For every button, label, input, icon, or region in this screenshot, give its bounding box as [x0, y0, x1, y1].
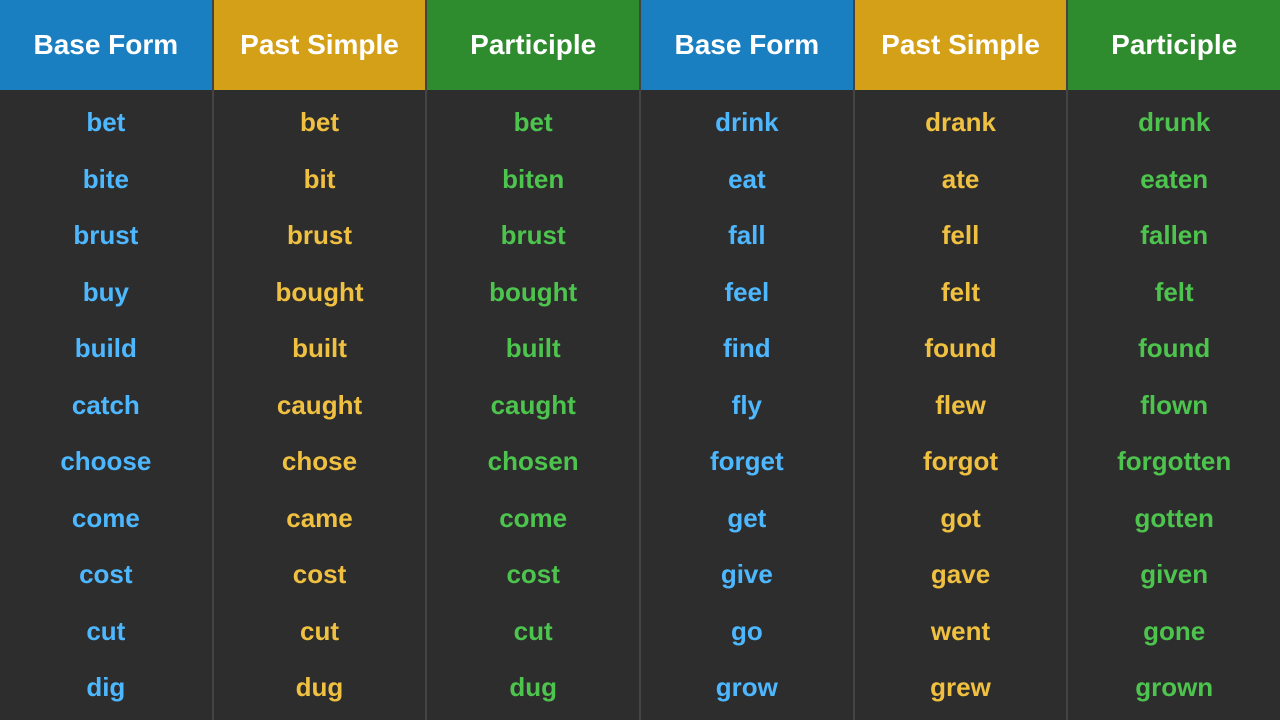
col-body-4: drankatefellfeltfoundflewforgotgotgavewe…	[855, 90, 1067, 720]
column-5: Participledrunkeatenfallenfeltfoundflown…	[1068, 0, 1280, 720]
word-2-3: bought	[427, 264, 639, 321]
word-5-1: eaten	[1068, 151, 1280, 208]
word-5-0: drunk	[1068, 94, 1280, 151]
word-4-2: fell	[855, 207, 1067, 264]
word-3-1: eat	[641, 151, 853, 208]
word-1-4: built	[214, 320, 426, 377]
word-3-10: grow	[641, 659, 853, 716]
word-4-3: felt	[855, 264, 1067, 321]
word-0-1: bite	[0, 151, 212, 208]
word-5-6: forgotten	[1068, 433, 1280, 490]
word-3-6: forget	[641, 433, 853, 490]
word-3-4: find	[641, 320, 853, 377]
word-5-3: felt	[1068, 264, 1280, 321]
word-0-10: dig	[0, 659, 212, 716]
header-3: Base Form	[641, 0, 853, 90]
word-5-7: gotten	[1068, 490, 1280, 547]
word-0-9: cut	[0, 603, 212, 660]
word-2-8: cost	[427, 546, 639, 603]
word-0-0: bet	[0, 94, 212, 151]
word-2-6: chosen	[427, 433, 639, 490]
header-0: Base Form	[0, 0, 212, 90]
word-0-8: cost	[0, 546, 212, 603]
word-1-9: cut	[214, 603, 426, 660]
word-2-2: brust	[427, 207, 639, 264]
word-5-9: gone	[1068, 603, 1280, 660]
word-1-3: bought	[214, 264, 426, 321]
word-5-8: given	[1068, 546, 1280, 603]
column-1: Past Simplebetbitbrustboughtbuiltcaughtc…	[214, 0, 428, 720]
word-3-9: go	[641, 603, 853, 660]
column-3: Base Formdrinkeatfallfeelfindflyforgetge…	[641, 0, 855, 720]
word-2-0: bet	[427, 94, 639, 151]
word-1-8: cost	[214, 546, 426, 603]
word-5-5: flown	[1068, 377, 1280, 434]
word-5-2: fallen	[1068, 207, 1280, 264]
word-4-4: found	[855, 320, 1067, 377]
word-4-8: gave	[855, 546, 1067, 603]
word-4-1: ate	[855, 151, 1067, 208]
header-1: Past Simple	[214, 0, 426, 90]
word-4-0: drank	[855, 94, 1067, 151]
word-2-1: biten	[427, 151, 639, 208]
col-body-3: drinkeatfallfeelfindflyforgetgetgivegogr…	[641, 90, 853, 720]
column-4: Past Simpledrankatefellfeltfoundflewforg…	[855, 0, 1069, 720]
column-2: Participlebetbitenbrustboughtbuiltcaught…	[427, 0, 641, 720]
word-0-2: brust	[0, 207, 212, 264]
word-2-7: come	[427, 490, 639, 547]
word-3-3: feel	[641, 264, 853, 321]
word-1-2: brust	[214, 207, 426, 264]
col-body-2: betbitenbrustboughtbuiltcaughtchosencome…	[427, 90, 639, 720]
word-1-0: bet	[214, 94, 426, 151]
word-4-6: forgot	[855, 433, 1067, 490]
col-body-0: betbitebrustbuybuildcatchchoosecomecostc…	[0, 90, 212, 720]
word-0-7: come	[0, 490, 212, 547]
column-0: Base Formbetbitebrustbuybuildcatchchoose…	[0, 0, 214, 720]
word-0-3: buy	[0, 264, 212, 321]
word-5-4: found	[1068, 320, 1280, 377]
word-0-6: choose	[0, 433, 212, 490]
word-2-4: built	[427, 320, 639, 377]
word-4-7: got	[855, 490, 1067, 547]
word-1-1: bit	[214, 151, 426, 208]
word-3-7: get	[641, 490, 853, 547]
word-3-0: drink	[641, 94, 853, 151]
word-4-10: grew	[855, 659, 1067, 716]
word-2-9: cut	[427, 603, 639, 660]
word-1-6: chose	[214, 433, 426, 490]
header-2: Participle	[427, 0, 639, 90]
word-0-5: catch	[0, 377, 212, 434]
word-1-10: dug	[214, 659, 426, 716]
word-4-5: flew	[855, 377, 1067, 434]
word-4-9: went	[855, 603, 1067, 660]
col-body-5: drunkeatenfallenfeltfoundflownforgotteng…	[1068, 90, 1280, 720]
col-body-1: betbitbrustboughtbuiltcaughtchosecamecos…	[214, 90, 426, 720]
word-2-5: caught	[427, 377, 639, 434]
word-5-10: grown	[1068, 659, 1280, 716]
word-3-5: fly	[641, 377, 853, 434]
word-3-8: give	[641, 546, 853, 603]
word-1-5: caught	[214, 377, 426, 434]
header-5: Participle	[1068, 0, 1280, 90]
word-0-4: build	[0, 320, 212, 377]
word-1-7: came	[214, 490, 426, 547]
word-3-2: fall	[641, 207, 853, 264]
header-4: Past Simple	[855, 0, 1067, 90]
word-2-10: dug	[427, 659, 639, 716]
verb-table: Base Formbetbitebrustbuybuildcatchchoose…	[0, 0, 1280, 720]
